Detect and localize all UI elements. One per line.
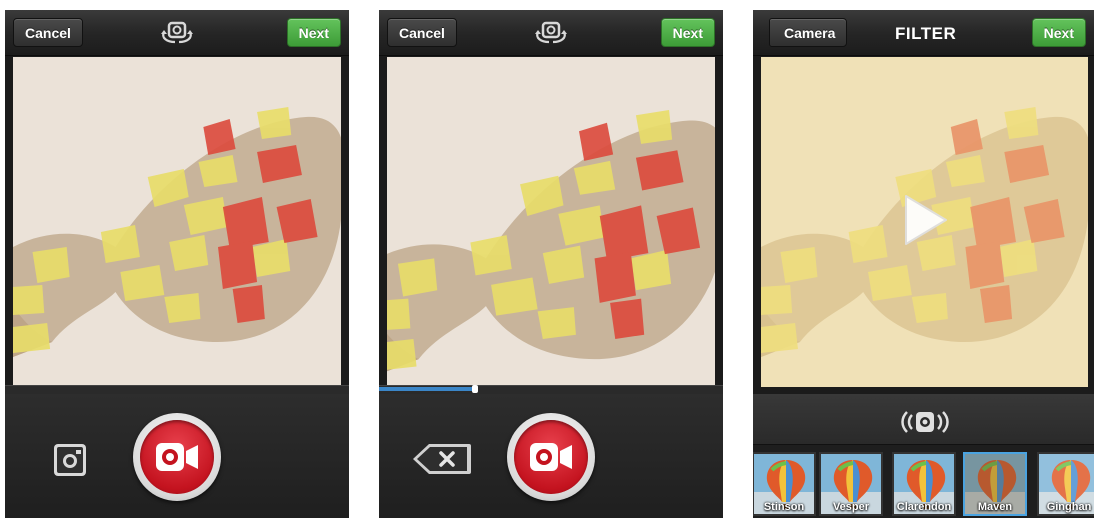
camera-viewfinder [387, 57, 715, 387]
record-button[interactable] [507, 413, 595, 501]
top-bar: Camera FILTER Next [753, 10, 1094, 56]
camera-screen-recording: Cancel Next [379, 10, 723, 518]
filter-thumb-stinson[interactable]: Stinson [753, 452, 816, 516]
cancel-button[interactable]: Cancel [387, 18, 457, 47]
filter-screen: Camera FILTER Next Stinson Vesper Claren… [753, 10, 1094, 518]
filter-label: Ginghan [1046, 501, 1092, 513]
filter-label: Vesper [832, 501, 870, 513]
photo-library-icon[interactable] [53, 443, 87, 477]
camera-viewfinder [13, 57, 341, 387]
next-button[interactable]: Next [286, 18, 341, 47]
camera-flip-icon[interactable] [155, 20, 199, 46]
next-button[interactable]: Next [660, 18, 715, 47]
record-button[interactable] [133, 413, 221, 501]
video-record-icon [514, 420, 588, 494]
next-button[interactable]: Next [1031, 18, 1086, 47]
page-title: FILTER [895, 24, 957, 43]
top-bar: Cancel Next [5, 10, 349, 56]
top-bar: Cancel Next [379, 10, 723, 56]
progress-fill [379, 387, 476, 391]
play-icon[interactable] [896, 192, 952, 248]
video-record-icon [140, 420, 214, 494]
filter-thumb-ginghan[interactable]: Ginghan [1037, 452, 1094, 516]
filter-thumb-vesper[interactable]: Vesper [819, 452, 883, 516]
filter-thumb-maven[interactable]: Maven [963, 452, 1027, 516]
progress-marker [472, 385, 479, 393]
filter-label: Clarendon [896, 501, 952, 513]
stabilization-icon[interactable] [899, 409, 951, 435]
back-to-camera-button[interactable]: Camera [769, 18, 848, 47]
filter-label: Stinson [763, 501, 805, 513]
filter-label: Maven [977, 501, 1013, 513]
cancel-button[interactable]: Cancel [13, 18, 83, 47]
filter-thumb-clarendon[interactable]: Clarendon [892, 452, 956, 516]
camera-flip-icon[interactable] [529, 20, 573, 46]
camera-screen-idle: Cancel Next [5, 10, 349, 518]
delete-clip-icon[interactable] [411, 442, 473, 476]
